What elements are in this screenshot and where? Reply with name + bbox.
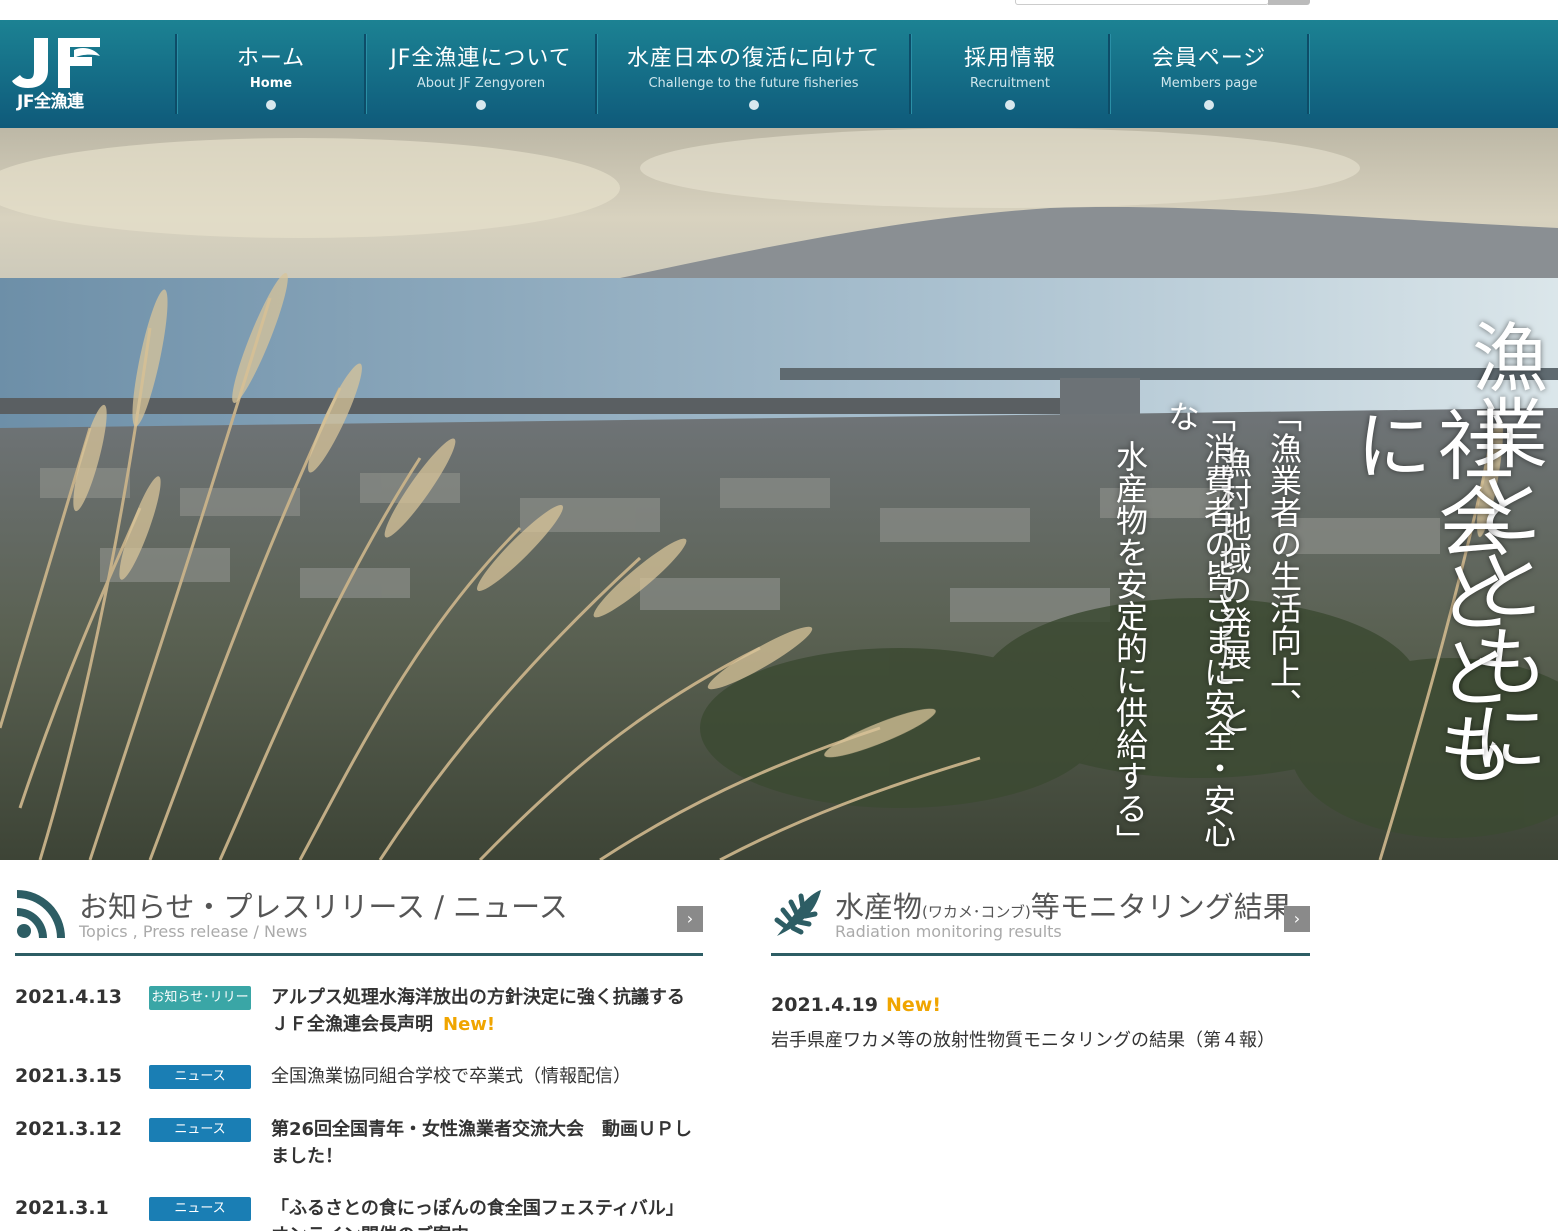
nav-dot — [748, 100, 759, 110]
news-badge: ニュース — [149, 1065, 251, 1089]
nav-members-sublabel: Members page — [1160, 76, 1258, 91]
hero-photo — [0, 128, 1558, 860]
nav-challenge-label: 水産日本の復活に向けて — [626, 46, 880, 71]
nav-separator — [1307, 34, 1310, 114]
monitoring-link[interactable]: 岩手県産ワカメ等の放射性物質モニタリングの結果（第４報） — [771, 1026, 1275, 1052]
nav-recruitment-sublabel: Recruitment — [970, 76, 1050, 91]
new-tag: New! — [443, 1014, 496, 1035]
monitoring-subtitle: Radiation monitoring results — [835, 922, 1062, 941]
news-badge: ニュース — [149, 1197, 251, 1221]
news-text[interactable]: 「ふるさとの食にっぽんの食全国フェスティバル」オンライン開催のご案内 — [271, 1195, 701, 1231]
logo-text: JF全漁連 — [17, 92, 84, 112]
nav-members[interactable]: 会員ページ Members page — [1111, 34, 1307, 114]
news-date: 2021.4.13 — [15, 986, 122, 1008]
news-text[interactable]: 第26回全国青年・女性漁業者交流大会 動画ＵＰしました！ — [271, 1116, 701, 1170]
hero-sub-4: 水産物を安定的に供給する」 — [1111, 440, 1149, 856]
new-tag: New! — [885, 994, 941, 1016]
hero-sub-3: 「消費者の皆さまに安全・安心な — [1163, 400, 1237, 848]
monitoring-date: 2021.4.19 New! — [771, 994, 941, 1016]
monitoring-section: 水産物(ワカメ･コンブ)等モニタリング結果 Radiation monitori… — [771, 880, 1310, 1051]
nav-about-sublabel: About JF Zengyoren — [416, 76, 546, 91]
news-title: お知らせ・プレスリリース / ニュース — [79, 890, 568, 924]
nav-home-sublabel: Home — [249, 76, 293, 91]
nav-dot — [1005, 100, 1015, 110]
nav-home[interactable]: ホーム Home — [178, 34, 364, 114]
news-date: 2021.3.1 — [15, 1197, 109, 1219]
news-text[interactable]: 全国漁業協同組合学校で卒業式（情報配信） — [271, 1063, 701, 1090]
news-date: 2021.3.12 — [15, 1118, 122, 1140]
hero-banner: 漁業とともに 社会とともに 「漁業者の生活向上、 漁村地域の発展」と 「消費者の… — [0, 128, 1558, 860]
nav-members-label: 会員ページ — [1151, 46, 1267, 71]
nav-home-label: ホーム — [236, 46, 306, 71]
news-more-button[interactable]: › — [677, 906, 703, 932]
hero-catch-2: 社会とともに — [1343, 406, 1514, 786]
news-date: 2021.3.15 — [15, 1065, 122, 1087]
nav-about[interactable]: JF全漁連について About JF Zengyoren — [367, 34, 595, 114]
nav-dot — [476, 100, 486, 110]
monitoring-title: 水産物(ワカメ･コンブ)等モニタリング結果 — [835, 890, 1292, 924]
nav-dot — [1204, 100, 1214, 110]
news-header: お知らせ・プレスリリース / ニュース Topics , Press relea… — [15, 880, 703, 956]
search-button[interactable] — [1268, 0, 1310, 5]
top-strip — [0, 0, 1558, 20]
nav-about-label: JF全漁連について — [390, 46, 572, 71]
rss-icon — [15, 886, 69, 940]
nav-dot — [266, 100, 276, 110]
nav-recruitment-label: 採用情報 — [963, 46, 1056, 71]
monitoring-header: 水産物(ワカメ･コンブ)等モニタリング結果 Radiation monitori… — [771, 880, 1310, 956]
nav-challenge[interactable]: 水産日本の復活に向けて Challenge to the future fish… — [598, 34, 909, 114]
hero-sub-1: 「漁業者の生活向上、 — [1265, 400, 1303, 720]
search-input[interactable] — [1015, 0, 1269, 5]
monitoring-more-button[interactable]: › — [1284, 906, 1310, 932]
news-subtitle: Topics , Press release / News — [79, 922, 308, 941]
header: JF全漁連 ホーム Home JF全漁連について About JF Zengyo… — [0, 20, 1558, 128]
news-text[interactable]: アルプス処理水海洋放出の方針決定に強く抗議するＪＦ全漁連会長声明 New! — [271, 984, 701, 1038]
nav-challenge-sublabel: Challenge to the future fisheries — [648, 76, 859, 91]
nav-recruitment[interactable]: 採用情報 Recruitment — [912, 34, 1108, 114]
news-badge: ニュース — [149, 1118, 251, 1142]
news-badge: お知らせ･リリース — [149, 986, 251, 1029]
leaf-icon — [771, 886, 825, 940]
news-section: お知らせ・プレスリリース / ニュース Topics , Press relea… — [15, 880, 703, 1231]
